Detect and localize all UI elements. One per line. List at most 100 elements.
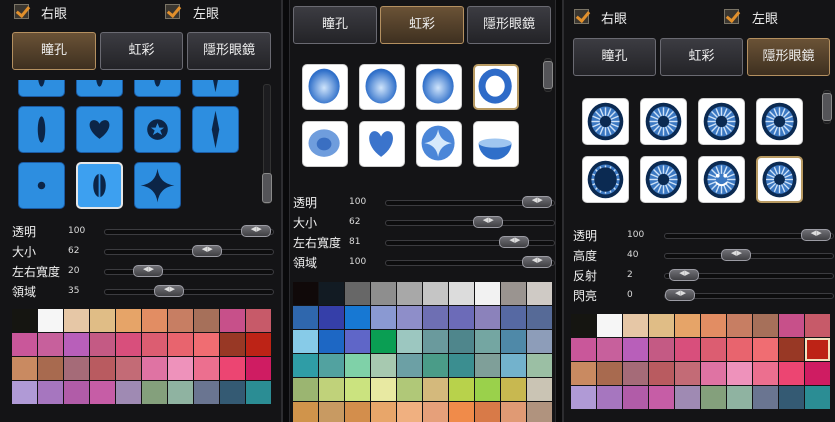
- color-swatch[interactable]: [623, 314, 648, 337]
- color-swatch[interactable]: [597, 386, 622, 409]
- color-swatch[interactable]: [423, 378, 448, 401]
- color-swatch[interactable]: [64, 381, 89, 404]
- color-swatch[interactable]: [475, 354, 500, 377]
- iris-style-tile[interactable]: [302, 121, 348, 167]
- color-swatch[interactable]: [371, 330, 396, 353]
- color-swatch[interactable]: [90, 357, 115, 380]
- color-swatch[interactable]: [220, 357, 245, 380]
- color-swatch[interactable]: [501, 402, 526, 422]
- color-swatch[interactable]: [319, 402, 344, 422]
- lens-style-tile[interactable]: [640, 98, 687, 145]
- color-swatch[interactable]: [527, 282, 552, 305]
- color-swatch[interactable]: [423, 330, 448, 353]
- slider-track[interactable]: [385, 256, 555, 268]
- color-swatch[interactable]: [12, 357, 37, 380]
- color-swatch[interactable]: [64, 357, 89, 380]
- iris-grid-scroll-thumb[interactable]: [543, 61, 553, 89]
- color-swatch[interactable]: [345, 330, 370, 353]
- color-swatch[interactable]: [319, 282, 344, 305]
- iris-style-tile[interactable]: [302, 64, 348, 110]
- color-swatch[interactable]: [397, 282, 422, 305]
- pupil-style-tile[interactable]: [192, 80, 239, 97]
- color-swatch[interactable]: [675, 362, 700, 385]
- tab-contact-lens[interactable]: 隱形眼鏡: [747, 38, 830, 76]
- lens-style-tile[interactable]: [756, 156, 803, 203]
- color-swatch[interactable]: [142, 309, 167, 332]
- slider-track[interactable]: [664, 229, 834, 241]
- color-swatch[interactable]: [142, 381, 167, 404]
- color-swatch[interactable]: [805, 338, 830, 361]
- iris-grid-scrollbar[interactable]: [543, 58, 553, 92]
- pupil-style-tile[interactable]: [134, 106, 181, 153]
- color-swatch[interactable]: [475, 378, 500, 401]
- color-swatch[interactable]: [675, 338, 700, 361]
- color-swatch[interactable]: [293, 330, 318, 353]
- lens-style-tile[interactable]: [640, 156, 687, 203]
- color-swatch[interactable]: [194, 357, 219, 380]
- color-swatch[interactable]: [527, 378, 552, 401]
- tab-iris[interactable]: 虹彩: [380, 6, 464, 44]
- slider-handle[interactable]: [800, 229, 831, 241]
- color-swatch[interactable]: [38, 357, 63, 380]
- color-swatch[interactable]: [571, 386, 596, 409]
- slider-handle[interactable]: [133, 265, 163, 277]
- pupil-grid-scroll-thumb[interactable]: [262, 173, 272, 203]
- color-swatch[interactable]: [701, 314, 726, 337]
- color-swatch[interactable]: [116, 333, 141, 356]
- slider-handle[interactable]: [721, 249, 751, 261]
- color-swatch[interactable]: [623, 338, 648, 361]
- tab-pupil[interactable]: 瞳孔: [573, 38, 656, 76]
- color-swatch[interactable]: [168, 381, 193, 404]
- color-swatch[interactable]: [501, 378, 526, 401]
- color-swatch[interactable]: [675, 314, 700, 337]
- color-swatch[interactable]: [345, 354, 370, 377]
- slider-handle[interactable]: [521, 196, 552, 208]
- color-swatch[interactable]: [597, 362, 622, 385]
- color-swatch[interactable]: [779, 386, 804, 409]
- pupil-style-tile[interactable]: [134, 80, 181, 97]
- color-swatch[interactable]: [38, 309, 63, 332]
- left-eye-checkbox[interactable]: [724, 9, 739, 24]
- color-swatch[interactable]: [527, 306, 552, 329]
- color-swatch[interactable]: [597, 314, 622, 337]
- color-swatch[interactable]: [475, 282, 500, 305]
- color-swatch[interactable]: [12, 309, 37, 332]
- iris-style-tile[interactable]: [473, 64, 519, 110]
- color-swatch[interactable]: [779, 362, 804, 385]
- color-swatch[interactable]: [220, 333, 245, 356]
- color-swatch[interactable]: [449, 306, 474, 329]
- color-swatch[interactable]: [423, 306, 448, 329]
- color-swatch[interactable]: [527, 354, 552, 377]
- color-swatch[interactable]: [319, 330, 344, 353]
- color-swatch[interactable]: [345, 282, 370, 305]
- color-swatch[interactable]: [701, 362, 726, 385]
- color-swatch[interactable]: [90, 333, 115, 356]
- color-swatch[interactable]: [501, 354, 526, 377]
- color-swatch[interactable]: [397, 354, 422, 377]
- pupil-style-tile[interactable]: [76, 80, 123, 97]
- iris-style-tile[interactable]: [416, 121, 462, 167]
- color-swatch[interactable]: [623, 386, 648, 409]
- color-swatch[interactable]: [449, 354, 474, 377]
- tab-pupil[interactable]: 瞳孔: [293, 6, 377, 44]
- color-swatch[interactable]: [423, 402, 448, 422]
- color-swatch[interactable]: [475, 402, 500, 422]
- lens-grid-scroll-thumb[interactable]: [822, 93, 832, 121]
- color-swatch[interactable]: [753, 314, 778, 337]
- color-swatch[interactable]: [246, 381, 271, 404]
- color-swatch[interactable]: [371, 354, 396, 377]
- color-swatch[interactable]: [449, 378, 474, 401]
- color-swatch[interactable]: [319, 354, 344, 377]
- slider-handle[interactable]: [521, 256, 552, 268]
- color-swatch[interactable]: [571, 314, 596, 337]
- slider-track[interactable]: [385, 236, 555, 248]
- color-swatch[interactable]: [12, 381, 37, 404]
- color-swatch[interactable]: [423, 282, 448, 305]
- color-swatch[interactable]: [345, 402, 370, 422]
- lens-grid-scrollbar[interactable]: [822, 90, 832, 124]
- slider-track[interactable]: [104, 225, 274, 237]
- color-swatch[interactable]: [293, 354, 318, 377]
- lens-style-tile[interactable]: [698, 98, 745, 145]
- pupil-style-tile[interactable]: [18, 80, 65, 97]
- color-swatch[interactable]: [397, 330, 422, 353]
